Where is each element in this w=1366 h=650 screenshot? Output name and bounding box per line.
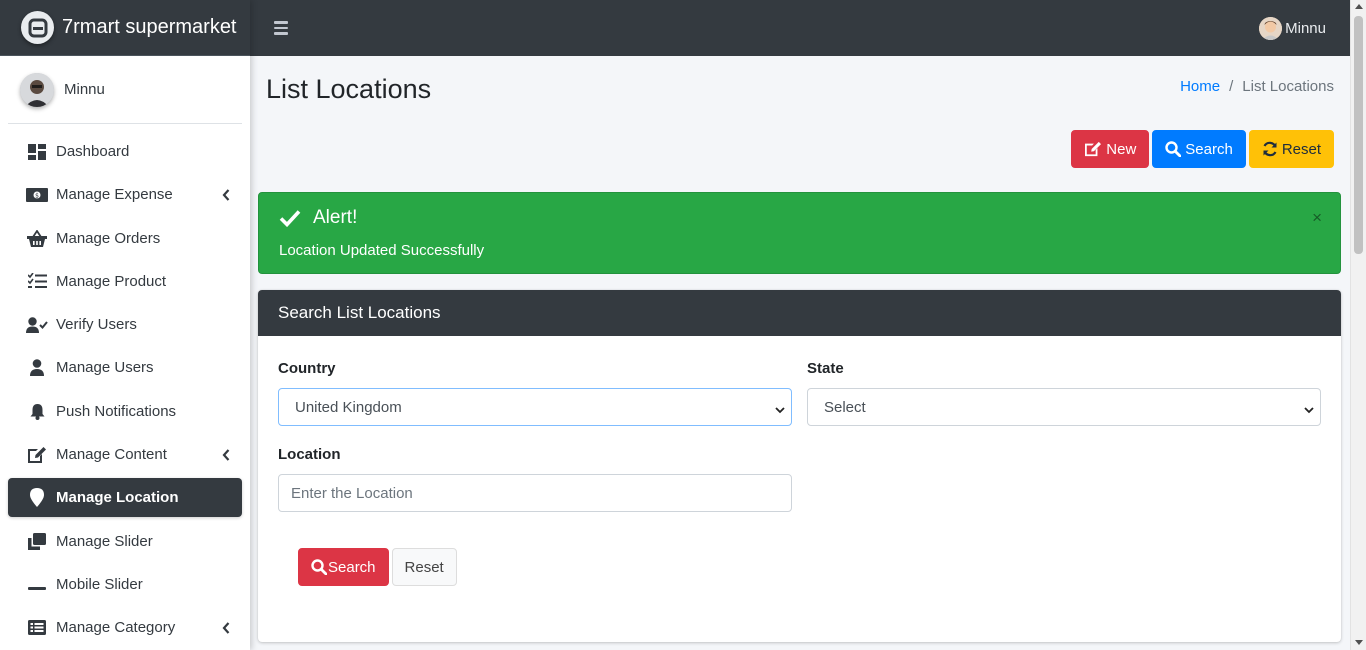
card-title: Search List Locations xyxy=(258,290,1341,336)
sidebar-item-label: Mobile Slider xyxy=(56,575,143,593)
user-icon xyxy=(26,358,48,378)
sidebar-item-dashboard[interactable]: Dashboard xyxy=(8,132,242,171)
sidebar-item-manage-orders[interactable]: Manage Orders xyxy=(8,219,242,258)
sidebar-item-label: Push Notifications xyxy=(56,402,177,420)
chevron-left-icon xyxy=(222,189,232,201)
action-buttons: New Search Reset xyxy=(1071,130,1334,168)
location-label: Location xyxy=(278,446,341,463)
form-buttons: Search Reset xyxy=(298,548,457,586)
user-menu[interactable]: Minnu xyxy=(1259,17,1326,40)
country-select-value: United Kingdom xyxy=(295,398,402,416)
sidebar-item-label: Manage Category xyxy=(56,619,176,637)
chevron-down-icon xyxy=(1304,402,1314,414)
top-navbar: Minnu xyxy=(250,0,1350,56)
new-button[interactable]: New xyxy=(1071,130,1150,168)
form-search-label: Search xyxy=(328,558,376,576)
sidebar-item-label: Dashboard xyxy=(56,143,130,160)
menu-toggle-icon[interactable] xyxy=(274,21,288,35)
sidebar-item-manage-expense[interactable]: $ Manage Expense xyxy=(8,175,242,214)
alert-message: Location Updated Successfully xyxy=(279,242,485,259)
clone-icon xyxy=(26,531,48,551)
money-bill-icon: $ xyxy=(26,185,48,205)
brand-logo-icon xyxy=(21,11,54,44)
sidebar-item-manage-product[interactable]: Manage Product xyxy=(8,262,242,301)
sidebar-item-label: Manage Users xyxy=(56,359,154,377)
edit-icon xyxy=(26,445,48,465)
page-scrollbar[interactable] xyxy=(1350,0,1366,650)
close-icon[interactable]: × xyxy=(1312,209,1322,226)
alert-title: Alert! xyxy=(313,207,358,228)
sidebar-nav: Dashboard $ Manage Expense Manage Orders… xyxy=(0,124,250,647)
edit-icon xyxy=(1084,141,1102,157)
brand-link[interactable]: 7rmart supermarket xyxy=(0,0,250,56)
breadcrumb-current: List Locations xyxy=(1242,78,1334,95)
breadcrumb: Home / List Locations xyxy=(1180,78,1334,95)
scroll-up-arrow-icon[interactable] xyxy=(1355,4,1363,9)
state-label: State xyxy=(807,360,844,377)
search-icon xyxy=(311,559,327,575)
scroll-down-arrow-icon[interactable] xyxy=(1355,640,1363,645)
search-icon xyxy=(1165,141,1182,157)
country-select[interactable]: United Kingdom xyxy=(278,388,792,426)
bell-icon xyxy=(26,401,48,421)
state-select-value: Select xyxy=(824,398,866,416)
content-wrapper: List Locations Home / List Locations New… xyxy=(250,56,1350,650)
form-reset-label: Reset xyxy=(404,558,444,576)
reset-button[interactable]: Reset xyxy=(1248,130,1334,168)
sidebar-item-manage-users[interactable]: Manage Users xyxy=(8,348,242,387)
user-avatar xyxy=(20,72,54,107)
success-alert: Alert! Location Updated Successfully × xyxy=(258,192,1341,274)
sidebar-item-label: Manage Slider xyxy=(56,532,153,550)
form-reset-button[interactable]: Reset xyxy=(391,548,457,586)
form-search-button[interactable]: Search xyxy=(298,548,389,586)
tasks-icon xyxy=(26,271,48,291)
check-icon xyxy=(279,209,301,227)
search-button[interactable]: Search xyxy=(1152,130,1246,168)
sidebar-item-manage-content[interactable]: Manage Content xyxy=(8,435,242,474)
sidebar-item-label: Manage Orders xyxy=(56,229,161,247)
basket-icon xyxy=(26,228,48,248)
minus-icon xyxy=(26,574,48,594)
sidebar-item-label: Manage Content xyxy=(56,446,167,464)
user-panel[interactable]: Minnu xyxy=(8,56,242,124)
search-card: Search List Locations Country United Kin… xyxy=(258,290,1341,642)
reset-button-label: Reset xyxy=(1281,140,1321,158)
chevron-left-icon xyxy=(222,622,232,634)
svg-text:$: $ xyxy=(35,192,39,199)
sidebar: 7rmart supermarket Minnu Dashboard $ Man… xyxy=(0,0,250,650)
breadcrumb-home-link[interactable]: Home xyxy=(1180,78,1220,95)
sidebar-item-manage-location[interactable]: Manage Location xyxy=(8,478,242,518)
dashboard-icon xyxy=(26,142,48,162)
brand-name: 7rmart supermarket xyxy=(62,16,237,38)
sidebar-item-label: Verify Users xyxy=(56,316,137,334)
sidebar-item-label: Manage Location xyxy=(56,489,179,507)
page-title: List Locations xyxy=(266,74,432,104)
list-alt-icon xyxy=(26,618,48,638)
breadcrumb-separator: / xyxy=(1229,78,1234,95)
state-select[interactable]: Select xyxy=(807,388,1321,426)
scrollbar-thumb[interactable] xyxy=(1354,16,1363,254)
new-button-label: New xyxy=(1106,140,1137,158)
user-avatar xyxy=(1259,17,1283,40)
sidebar-item-manage-slider[interactable]: Manage Slider xyxy=(8,522,242,561)
country-label: Country xyxy=(278,360,336,377)
search-button-label: Search xyxy=(1185,140,1233,158)
sidebar-item-mobile-slider[interactable]: Mobile Slider xyxy=(8,565,242,604)
user-check-icon xyxy=(26,315,48,335)
sync-icon xyxy=(1262,141,1278,157)
location-input[interactable] xyxy=(278,474,792,512)
sidebar-item-manage-category[interactable]: Manage Category xyxy=(8,608,242,647)
sidebar-item-verify-users[interactable]: Verify Users xyxy=(8,305,242,344)
map-marker-icon xyxy=(26,488,48,508)
chevron-down-icon xyxy=(775,402,785,414)
alert-heading: Alert! xyxy=(279,207,357,229)
sidebar-user-name: Minnu xyxy=(64,81,105,98)
sidebar-item-label: Manage Product xyxy=(56,272,167,290)
chevron-left-icon xyxy=(222,448,232,461)
top-user-name: Minnu xyxy=(1285,20,1326,37)
sidebar-item-label: Manage Expense xyxy=(56,186,173,204)
sidebar-item-push-notifications[interactable]: Push Notifications xyxy=(8,392,242,431)
